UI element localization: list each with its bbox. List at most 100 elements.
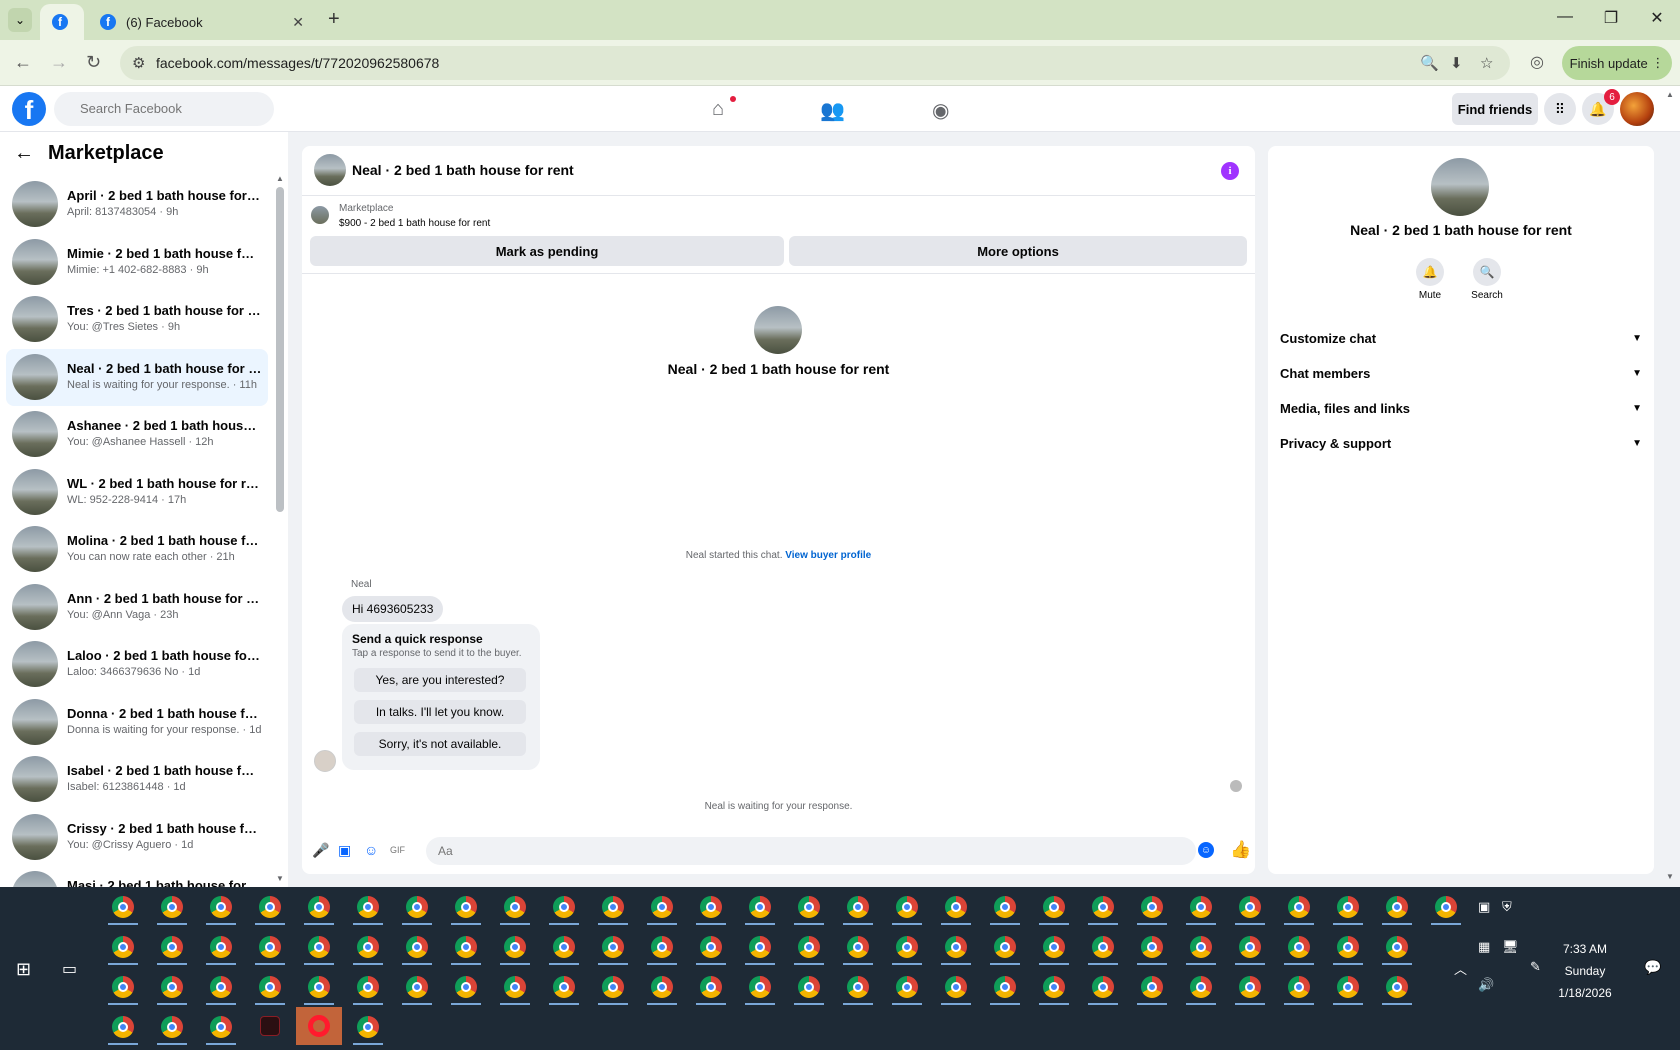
chrome-app-button[interactable] [1276,967,1322,1005]
site-info-icon[interactable]: ⚙ [132,54,145,72]
mark-as-pending-button[interactable]: Mark as pending [310,236,784,266]
action-center-icon[interactable]: 💬 [1644,959,1661,976]
chrome-app-button[interactable] [1080,887,1126,925]
opera-app-button[interactable] [296,1007,342,1045]
message-input[interactable] [426,837,1196,865]
listing-thumbnail[interactable] [311,206,329,224]
chrome-app-button[interactable] [198,967,244,1005]
chrome-app-button[interactable] [737,927,783,965]
chrome-app-button[interactable] [296,967,342,1005]
chrome-app-button[interactable] [1276,887,1322,925]
chrome-app-button[interactable] [100,967,146,1005]
chrome-app-button[interactable] [884,967,930,1005]
reload-button[interactable]: ↻ [86,52,101,73]
chrome-app-button[interactable] [933,927,979,965]
tab-search-dropdown[interactable]: ⌄ [8,8,32,32]
chrome-app-button[interactable] [835,967,881,1005]
mute-bell-icon[interactable]: 🔔 [1416,258,1444,286]
section-customize-chat[interactable]: Customize chat ▼ [1280,322,1642,354]
info-icon[interactable]: i [1221,162,1239,180]
chrome-app-button[interactable] [394,967,440,1005]
emoji-icon[interactable]: ☺ [1198,842,1214,858]
like-thumb-icon[interactable]: 👍 [1230,840,1251,860]
show-hidden-icons-chevron-icon[interactable]: ︿ [1454,959,1467,978]
conversation-item[interactable]: Neal · 2 bed 1 bath house for rent Neal i… [6,348,268,406]
conversation-item[interactable]: Crissy · 2 bed 1 bath house for r... You:… [6,809,268,867]
meet-now-icon[interactable]: ▣ [1478,899,1490,915]
taskbar-clock[interactable]: 7:33 AM Sunday 1/18/2026 [1540,938,1630,1004]
chrome-app-button[interactable] [982,927,1028,965]
chrome-app-button[interactable] [1374,927,1420,965]
page-scroll-down-icon[interactable]: ▼ [1666,872,1674,881]
chrome-app-button[interactable] [1178,967,1224,1005]
new-tab-button[interactable]: + [328,8,340,31]
chrome-app-button[interactable] [198,887,244,925]
chrome-app-button[interactable] [1080,927,1126,965]
chrome-app-button[interactable] [296,887,342,925]
conversation-item[interactable]: Molina · 2 bed 1 bath house for ... You c… [6,521,268,579]
chrome-app-button[interactable] [541,927,587,965]
listing-title[interactable]: $900 - 2 bed 1 bath house for rent [339,218,490,229]
conversation-item[interactable]: WL · 2 bed 1 bath house for rent WL: 952-… [6,464,268,522]
install-app-icon[interactable]: ⬇ [1450,54,1463,72]
chrome-app-button[interactable] [590,967,636,1005]
account-avatar[interactable] [1620,92,1654,126]
groups-icon[interactable]: ◉ [932,98,949,123]
chrome-app-button[interactable] [149,1007,195,1045]
chrome-app-button[interactable] [345,927,391,965]
chrome-app-button[interactable] [198,927,244,965]
chrome-app-button[interactable] [492,927,538,965]
chrome-app-button[interactable] [492,887,538,925]
section-media-files-links[interactable]: Media, files and links ▼ [1280,392,1642,424]
chrome-app-button[interactable] [786,887,832,925]
app-tray-icon[interactable]: ▦ [1478,939,1490,955]
chrome-app-button[interactable] [590,887,636,925]
mute-action[interactable]: 🔔 Mute [1405,258,1455,301]
chrome-app-button[interactable] [639,967,685,1005]
microphone-icon[interactable]: 🎤 [312,842,329,859]
conversation-item[interactable]: Mimie · 2 bed 1 bath house for r... Mimie… [6,234,268,292]
chrome-app-button[interactable] [688,967,734,1005]
close-window-button[interactable]: ✕ [1634,8,1680,28]
chrome-app-button[interactable] [1178,887,1224,925]
chrome-app-button[interactable] [247,887,293,925]
chrome-app-button[interactable] [688,927,734,965]
find-friends-button[interactable]: Find friends [1452,93,1538,125]
url-field[interactable]: ⚙ facebook.com/messages/t/77202096258067… [120,46,1510,80]
windows-start-icon[interactable]: ⊞ [16,959,31,980]
chrome-app-button[interactable] [1129,967,1175,1005]
back-arrow-icon[interactable]: ← [14,142,34,165]
task-view-icon[interactable]: ▭ [62,959,77,979]
chrome-app-button[interactable] [394,927,440,965]
conversation-item[interactable]: Masi · 2 bed 1 bath house for rent [6,866,268,887]
chrome-app-button[interactable] [1031,927,1077,965]
page-scroll-up-icon[interactable]: ▲ [1666,90,1674,99]
chrome-app-button[interactable] [835,887,881,925]
chrome-app-button[interactable] [786,927,832,965]
chat-title[interactable]: Neal · 2 bed 1 bath house for rent [352,162,574,178]
conversation-item[interactable]: Laloo · 2 bed 1 bath house for r... Laloo… [6,636,268,694]
quick-response-button-not-available[interactable]: Sorry, it's not available. [354,732,526,756]
conversation-item[interactable]: April · 2 bed 1 bath house for rent April… [6,176,268,234]
chrome-app-button[interactable] [443,927,489,965]
search-action[interactable]: 🔍 Search [1462,258,1512,301]
sticker-icon[interactable]: ☺ [364,842,378,858]
chrome-app-button[interactable] [688,887,734,925]
scroll-down-arrow-icon[interactable]: ▼ [276,874,284,883]
finish-update-button[interactable]: Finish update ⋮ [1562,46,1672,80]
chrome-app-button[interactable] [982,967,1028,1005]
menu-grid-icon[interactable]: ⠿ [1544,93,1576,125]
chrome-app-button[interactable] [1227,967,1273,1005]
conversation-item[interactable]: Donna · 2 bed 1 bath house for ... Donna … [6,694,268,752]
chat-avatar[interactable] [314,154,346,186]
chrome-app-button[interactable] [737,967,783,1005]
network-icon[interactable]: 🖥 [1502,939,1519,955]
section-chat-members[interactable]: Chat members ▼ [1280,357,1642,389]
chrome-app-button[interactable] [933,967,979,1005]
chrome-app-button[interactable] [1227,887,1273,925]
chrome-app-button[interactable] [1374,967,1420,1005]
chrome-app-button[interactable] [1325,967,1371,1005]
zoom-icon[interactable]: 🔍 [1420,54,1439,72]
chrome-app-button[interactable] [1276,927,1322,965]
home-icon[interactable]: ⌂ [712,98,724,121]
